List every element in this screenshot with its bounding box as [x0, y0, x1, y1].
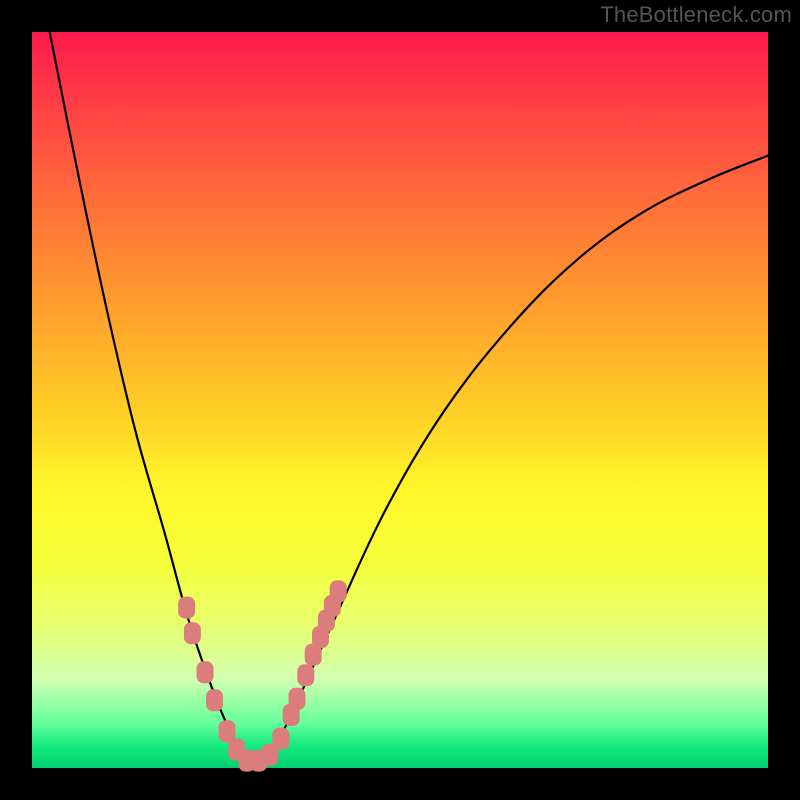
data-marker [184, 622, 201, 644]
data-marker [297, 664, 314, 686]
data-marker [219, 720, 236, 742]
data-marker [197, 661, 214, 683]
curve-left-branch [50, 32, 253, 768]
chart-frame: TheBottleneck.com [0, 0, 800, 800]
data-marker [330, 580, 347, 602]
data-marker [272, 728, 289, 750]
data-marker [206, 689, 223, 711]
curve-right-branch [253, 156, 768, 768]
data-marker [178, 597, 195, 619]
chart-svg [32, 32, 768, 768]
marker-group [178, 580, 347, 771]
data-marker [289, 688, 306, 710]
plot-area [32, 32, 768, 768]
watermark-text: TheBottleneck.com [600, 2, 792, 28]
